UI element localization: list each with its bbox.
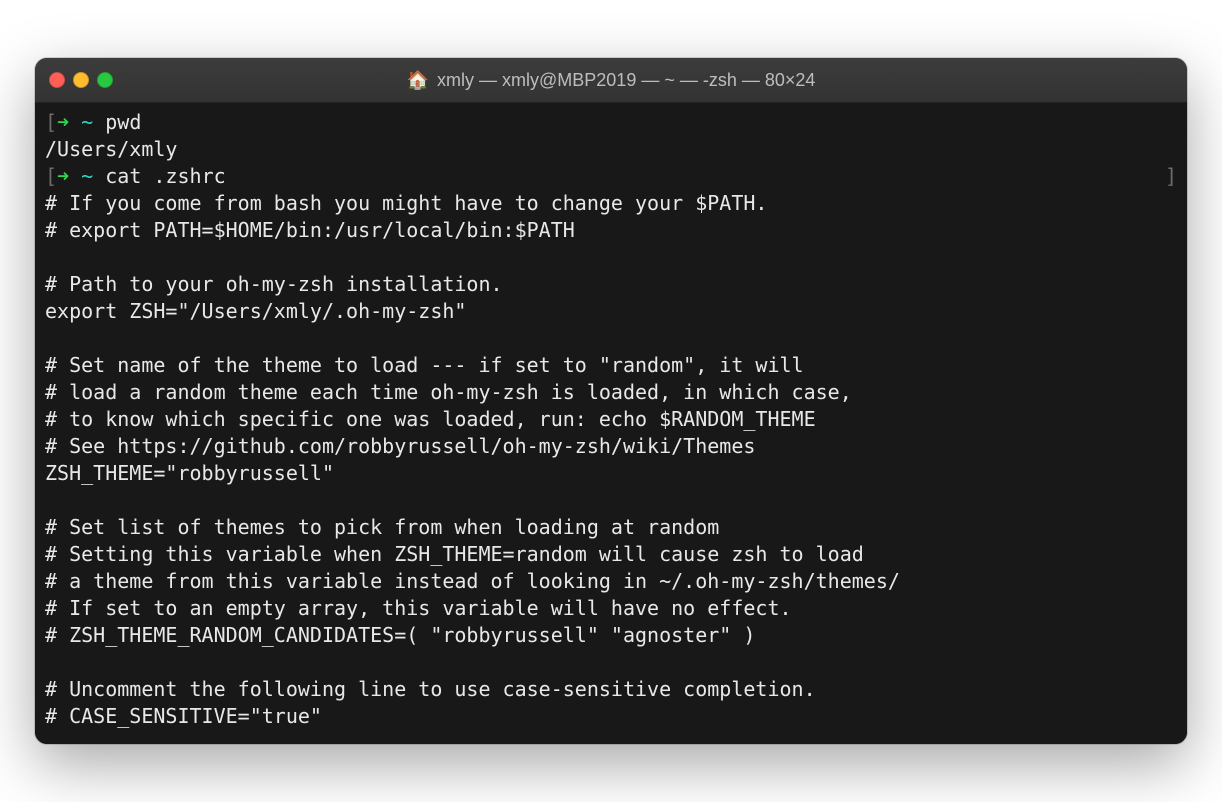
output-line: # Set list of themes to pick from when l… bbox=[45, 514, 1177, 541]
output-line: # export PATH=$HOME/bin:/usr/local/bin:$… bbox=[45, 217, 1177, 244]
output-line: # See https://github.com/robbyrussell/oh… bbox=[45, 433, 1177, 460]
prompt-line: [➜ ~ cat .zshrc] bbox=[45, 163, 1177, 190]
output-line: # Uncomment the following line to use ca… bbox=[45, 676, 1177, 703]
output-line: /Users/xmly bbox=[45, 136, 1177, 163]
output-line: # Setting this variable when ZSH_THEME=r… bbox=[45, 541, 1177, 568]
output-line: # If you come from bash you might have t… bbox=[45, 190, 1177, 217]
window-title: 🏠 xmly — xmly@MBP2019 — ~ — -zsh — 80×24 bbox=[35, 70, 1187, 91]
terminal-window: 🏠 xmly — xmly@MBP2019 — ~ — -zsh — 80×24… bbox=[35, 58, 1187, 744]
window-title-text: xmly — xmly@MBP2019 — ~ — -zsh — 80×24 bbox=[437, 70, 815, 91]
output-line: # CASE_SENSITIVE="true" bbox=[45, 703, 1177, 730]
close-button[interactable] bbox=[49, 72, 65, 88]
zoom-button[interactable] bbox=[97, 72, 113, 88]
prompt-line: [➜ ~ pwd bbox=[45, 109, 1177, 136]
output-line bbox=[45, 244, 1177, 271]
output-line bbox=[45, 325, 1177, 352]
output-line: # If set to an empty array, this variabl… bbox=[45, 595, 1177, 622]
output-line bbox=[45, 487, 1177, 514]
minimize-button[interactable] bbox=[73, 72, 89, 88]
terminal-body[interactable]: [➜ ~ pwd/Users/xmly[➜ ~ cat .zshrc]# If … bbox=[35, 103, 1187, 744]
command-text: cat .zshrc bbox=[105, 164, 225, 188]
output-line bbox=[45, 649, 1177, 676]
output-line: # Set name of the theme to load --- if s… bbox=[45, 352, 1177, 379]
output-line: # ZSH_THEME_RANDOM_CANDIDATES=( "robbyru… bbox=[45, 622, 1177, 649]
output-line: # load a random theme each time oh-my-zs… bbox=[45, 379, 1177, 406]
command-text: pwd bbox=[105, 110, 141, 134]
output-line: # a theme from this variable instead of … bbox=[45, 568, 1177, 595]
home-icon: 🏠 bbox=[407, 70, 429, 91]
output-line: export ZSH="/Users/xmly/.oh-my-zsh" bbox=[45, 298, 1177, 325]
output-line: # to know which specific one was loaded,… bbox=[45, 406, 1177, 433]
output-line: ZSH_THEME="robbyrussell" bbox=[45, 460, 1177, 487]
output-line: # Path to your oh-my-zsh installation. bbox=[45, 271, 1177, 298]
traffic-lights bbox=[49, 72, 113, 88]
titlebar[interactable]: 🏠 xmly — xmly@MBP2019 — ~ — -zsh — 80×24 bbox=[35, 58, 1187, 103]
